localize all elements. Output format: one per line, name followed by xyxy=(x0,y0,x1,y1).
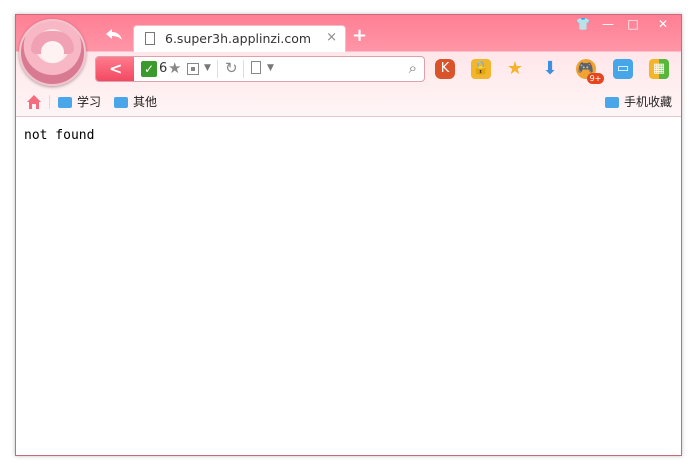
apps-icon[interactable]: ▦ xyxy=(649,59,669,79)
bookmark-item[interactable]: 其他 xyxy=(114,94,157,110)
tab-title: 6.super3h.applinzi.com xyxy=(165,31,312,46)
chevron-down-icon[interactable]: ▼ xyxy=(204,63,211,73)
tab-close-icon[interactable]: × xyxy=(326,30,337,45)
divider xyxy=(243,60,244,78)
mobile-bookmarks[interactable]: 手机收藏 xyxy=(605,94,672,110)
page-message: not found xyxy=(24,128,95,143)
minimize-button[interactable]: — xyxy=(599,17,617,31)
lock-icon[interactable]: 🔒 xyxy=(471,59,491,79)
browser-window: 6.super3h.applinzi.com × + 👕 — □ ✕ < ✓ 6… xyxy=(15,14,682,456)
reload-icon[interactable]: ↻ xyxy=(225,59,238,77)
mobile-bookmarks-label: 手机收藏 xyxy=(624,95,673,109)
maximize-button[interactable]: □ xyxy=(624,17,642,31)
favorite-star-icon[interactable]: ★ xyxy=(505,59,525,79)
skin-icon[interactable]: 👕 xyxy=(574,17,592,31)
back-button[interactable]: < xyxy=(96,57,134,81)
bookmark-label: 其他 xyxy=(133,95,158,109)
new-tab-button[interactable]: + xyxy=(352,27,367,45)
page-icon xyxy=(251,61,261,74)
search-icon[interactable]: ⌕ xyxy=(409,59,417,77)
game-badge: 9+ xyxy=(587,73,604,84)
page-icon xyxy=(145,32,155,45)
chevron-down-icon[interactable]: ▼ xyxy=(267,63,274,73)
address-text[interactable]: 6 xyxy=(159,61,167,76)
qr-code-icon[interactable] xyxy=(187,63,199,75)
tv-icon[interactable]: ▭ xyxy=(613,59,633,79)
bookmark-label: 学习 xyxy=(77,95,102,109)
page-content: not found xyxy=(16,116,681,455)
bookmark-star-icon[interactable]: ★ xyxy=(168,59,181,77)
bookmark-item[interactable]: 学习 xyxy=(58,94,101,110)
tab-active[interactable]: 6.super3h.applinzi.com × xyxy=(133,25,346,52)
folder-icon xyxy=(114,97,128,108)
close-button[interactable]: ✕ xyxy=(654,17,672,31)
home-icon[interactable] xyxy=(26,94,42,110)
folder-icon xyxy=(58,97,72,108)
divider xyxy=(217,60,218,78)
security-check-icon: ✓ xyxy=(141,61,157,77)
download-icon[interactable]: ⬇ xyxy=(540,59,560,79)
divider xyxy=(49,95,50,109)
address-bar[interactable]: < ✓ 6 ★ ▼ ↻ ▼ ⌕ xyxy=(95,56,425,82)
chevron-left-icon: < xyxy=(109,59,123,78)
avatar-face xyxy=(41,41,64,63)
kaspersky-icon[interactable]: K xyxy=(435,59,455,79)
undo-close-tab-icon[interactable] xyxy=(105,27,123,41)
avatar[interactable] xyxy=(19,19,86,86)
folder-icon xyxy=(605,97,619,108)
